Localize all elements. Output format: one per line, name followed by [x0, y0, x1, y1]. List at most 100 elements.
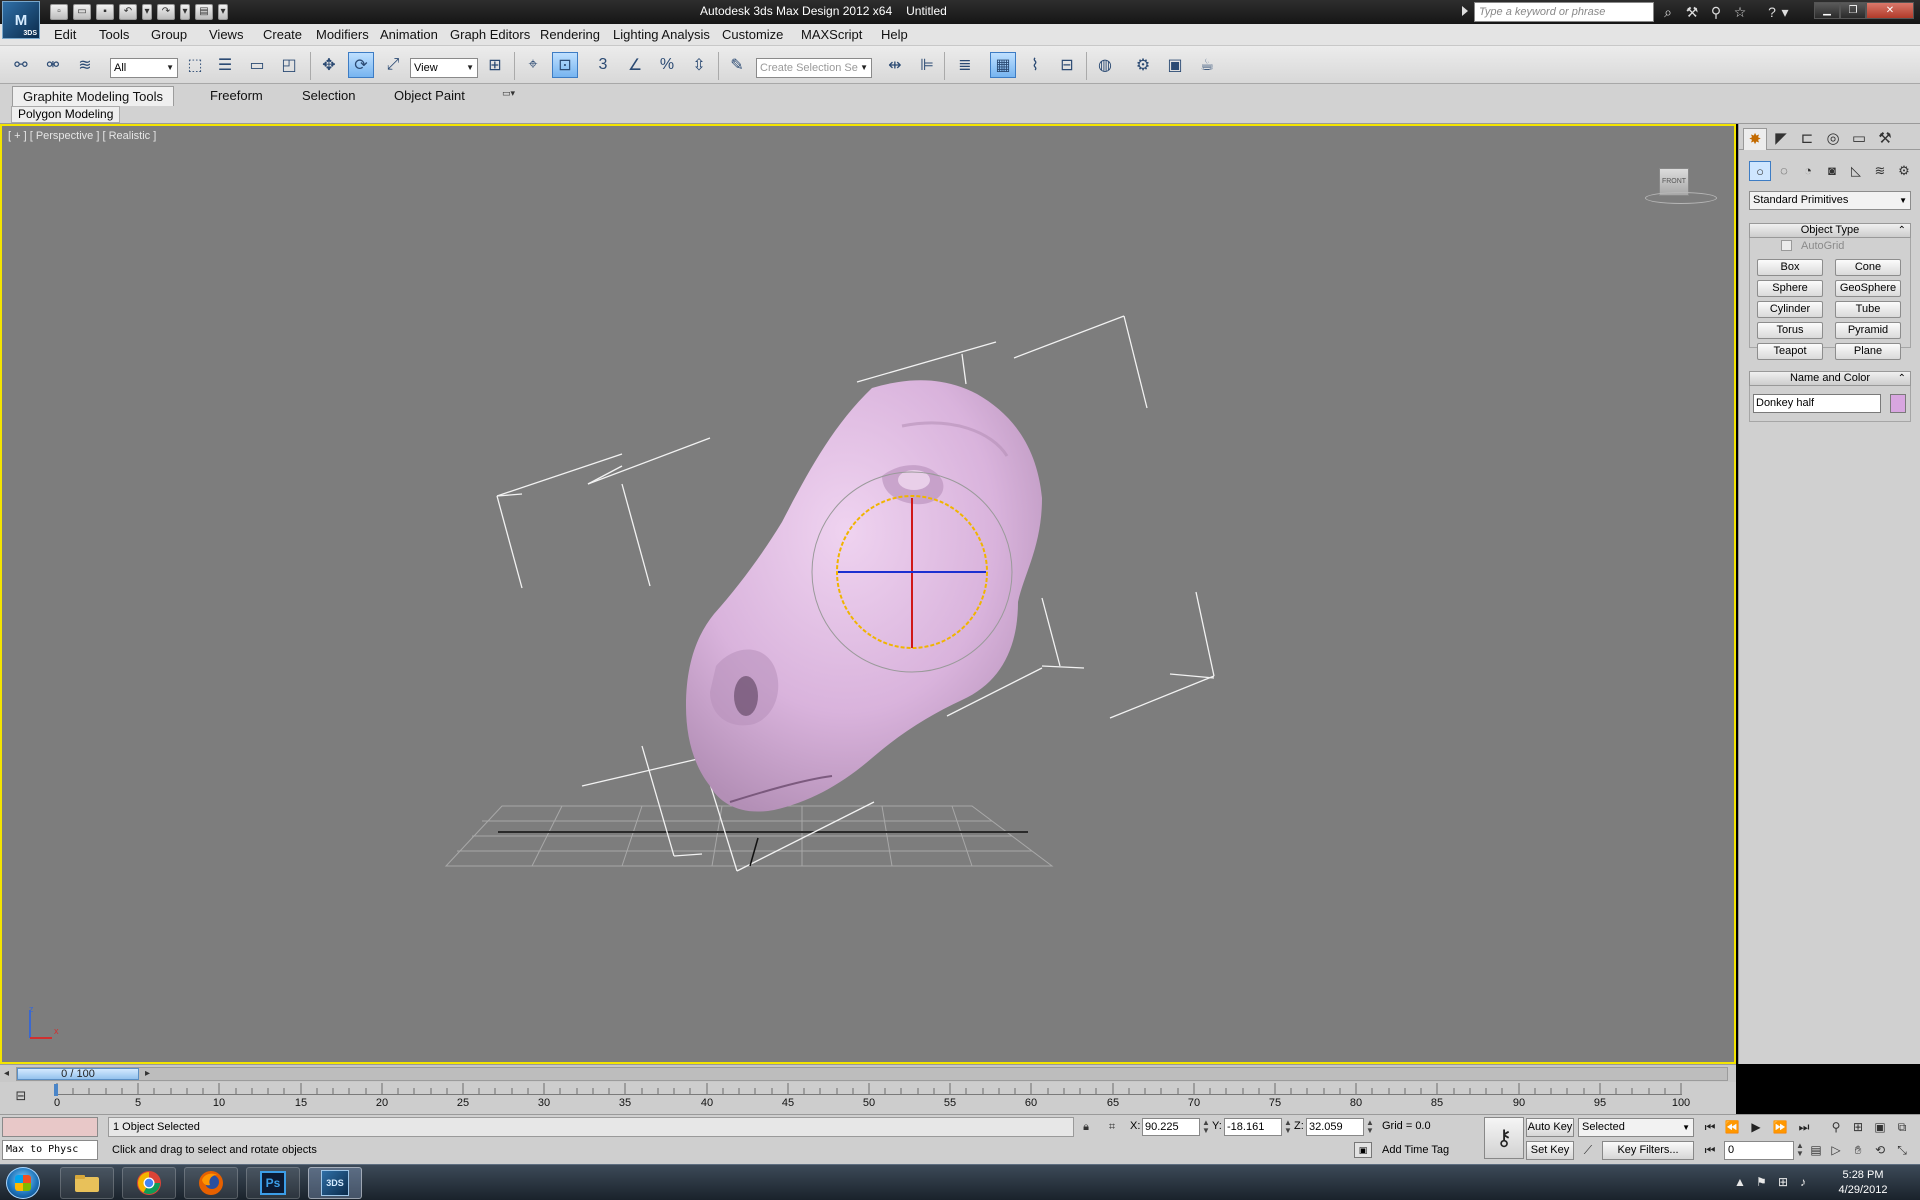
- select-and-link-icon[interactable]: ⚯: [8, 52, 34, 78]
- cylinder-button[interactable]: Cylinder: [1757, 301, 1823, 318]
- primitive-category-dropdown[interactable]: Standard Primitives: [1749, 191, 1911, 210]
- bind-to-space-warp-icon[interactable]: ≋: [72, 52, 98, 78]
- zoom-icon[interactable]: ⚲: [1826, 1118, 1846, 1137]
- pyramid-button[interactable]: Pyramid: [1835, 322, 1901, 339]
- select-by-name-icon[interactable]: ☰: [212, 52, 238, 78]
- autogrid-checkbox[interactable]: AutoGrid: [1781, 240, 1844, 252]
- set-key-button[interactable]: Set Key: [1526, 1141, 1574, 1160]
- ribbon-panel-polygon-modeling[interactable]: Polygon Modeling: [11, 106, 121, 123]
- network-icon[interactable]: ⊞: [1778, 1175, 1788, 1189]
- open-file-icon[interactable]: ▭: [73, 4, 91, 20]
- application-button[interactable]: M 3DS: [2, 1, 40, 39]
- infocenter-search-input[interactable]: Type a keyword or phrase: [1474, 2, 1654, 22]
- y-coordinate-input[interactable]: -18.161: [1224, 1118, 1282, 1136]
- maximize-viewport-toggle-icon[interactable]: ⤡: [1892, 1141, 1912, 1160]
- auto-key-button[interactable]: Auto Key: [1526, 1118, 1574, 1137]
- x-coordinate-input[interactable]: 90.225: [1142, 1118, 1200, 1136]
- reference-coordinate-dropdown[interactable]: View: [410, 58, 478, 78]
- tab-graphite-modeling-tools[interactable]: Graphite Modeling Tools: [12, 86, 174, 106]
- orbit-icon[interactable]: ⟲: [1870, 1141, 1890, 1160]
- manage-layers-icon[interactable]: ≣: [952, 52, 978, 78]
- redo-icon[interactable]: ↷: [157, 4, 175, 20]
- project-folder-icon[interactable]: ▤: [195, 4, 213, 20]
- render-setup-icon[interactable]: ⚙: [1130, 52, 1156, 78]
- subscription-icon[interactable]: ⚒: [1682, 3, 1702, 21]
- show-hidden-icons-icon[interactable]: ▲: [1734, 1175, 1746, 1189]
- time-tag-icon[interactable]: ▣: [1354, 1142, 1372, 1158]
- save-file-icon[interactable]: ▪: [96, 4, 114, 20]
- unlink-selection-icon[interactable]: ⚮: [40, 52, 66, 78]
- menu-create[interactable]: Create: [263, 27, 302, 42]
- search-expand-icon[interactable]: [1462, 6, 1468, 16]
- select-and-move-icon[interactable]: ✥: [316, 52, 342, 78]
- time-slider-next-icon[interactable]: ▸: [145, 1068, 150, 1079]
- key-selection-set-dropdown[interactable]: Selected: [1578, 1118, 1694, 1137]
- y-spinner-icon[interactable]: ▲ ▼: [1284, 1119, 1292, 1135]
- shapes-category-icon[interactable]: ◌: [1773, 161, 1795, 181]
- undo-icon[interactable]: ↶: [119, 4, 137, 20]
- pivot-point-center-icon[interactable]: ⊞: [482, 52, 508, 78]
- tab-object-paint[interactable]: Object Paint: [384, 86, 475, 106]
- rectangular-selection-icon[interactable]: ▭: [244, 52, 270, 78]
- window-crossing-icon[interactable]: ◰: [276, 52, 302, 78]
- object-type-rollout-header[interactable]: Object Type ⌃: [1749, 223, 1911, 238]
- taskbar-chrome[interactable]: [122, 1167, 176, 1199]
- menu-graph-editors[interactable]: Graph Editors: [450, 27, 530, 42]
- mirror-icon[interactable]: ⇹: [882, 52, 908, 78]
- start-button[interactable]: [6, 1167, 40, 1199]
- volume-icon[interactable]: ♪: [1800, 1175, 1806, 1189]
- absolute-mode-transform-icon[interactable]: ⌗: [1104, 1119, 1120, 1135]
- menu-animation[interactable]: Animation: [380, 27, 438, 42]
- select-and-manipulate-icon[interactable]: ⌖: [520, 52, 546, 78]
- space-warps-category-icon[interactable]: ≋: [1869, 161, 1891, 181]
- selection-filter-dropdown[interactable]: All: [110, 58, 178, 78]
- rendered-frame-window-icon[interactable]: ▣: [1162, 52, 1188, 78]
- spinner-snap-icon[interactable]: ⇳: [686, 52, 712, 78]
- lights-category-icon[interactable]: ◔: [1797, 161, 1819, 181]
- set-keys-key-icon[interactable]: ⚷: [1484, 1117, 1524, 1159]
- menu-maxscript[interactable]: MAXScript: [801, 27, 862, 42]
- x-spinner-icon[interactable]: ▲ ▼: [1202, 1119, 1210, 1135]
- render-production-icon[interactable]: ☕: [1194, 52, 1220, 78]
- restore-button[interactable]: ❐: [1840, 2, 1866, 19]
- geosphere-button[interactable]: GeoSphere: [1835, 280, 1901, 297]
- communication-center-icon[interactable]: ⚲: [1706, 3, 1726, 21]
- keyboard-shortcut-override-icon[interactable]: ⊡: [552, 52, 578, 78]
- zoom-extents-icon[interactable]: ▣: [1870, 1118, 1890, 1137]
- select-and-scale-icon[interactable]: ⤢: [380, 52, 406, 78]
- next-frame-icon[interactable]: ⏩: [1770, 1118, 1790, 1136]
- previous-frame-icon[interactable]: ⏪: [1722, 1118, 1742, 1136]
- key-mode-toggle-icon[interactable]: ⏮: [1700, 1141, 1720, 1159]
- time-slider-prev-icon[interactable]: ◂: [4, 1068, 9, 1079]
- utilities-panel-tab-icon[interactable]: ⚒: [1873, 128, 1897, 150]
- geometry-category-icon[interactable]: ○: [1749, 161, 1771, 181]
- create-panel-tab-icon[interactable]: ✸: [1743, 128, 1767, 150]
- track-bar-ruler[interactable]: 0 5 10 15 20 25 30 35 40 45 50 55 60 65 70 75 80 85 90 95 10…: [54, 1082, 1690, 1114]
- angle-snap-icon[interactable]: ∠: [622, 52, 648, 78]
- edit-named-selection-icon[interactable]: ✎: [724, 52, 750, 78]
- pan-view-icon[interactable]: ✋︎: [1848, 1141, 1868, 1160]
- quick-access-dropdown-icon[interactable]: ▾: [218, 4, 228, 20]
- ribbon-options-dropdown-icon[interactable]: ▭▾: [502, 88, 524, 102]
- menu-modifiers[interactable]: Modifiers: [316, 27, 369, 42]
- percent-snap-icon[interactable]: %: [654, 52, 680, 78]
- play-animation-icon[interactable]: ▶: [1746, 1118, 1766, 1136]
- menu-group[interactable]: Group: [151, 27, 187, 42]
- go-to-start-icon[interactable]: ⏮: [1700, 1118, 1720, 1136]
- z-coordinate-input[interactable]: 32.059: [1306, 1118, 1364, 1136]
- snaps-toggle-icon[interactable]: 3: [590, 52, 616, 78]
- cameras-category-icon[interactable]: ◙: [1821, 161, 1843, 181]
- field-of-view-icon[interactable]: ▷: [1826, 1141, 1846, 1160]
- tab-selection[interactable]: Selection: [292, 86, 365, 106]
- torus-button[interactable]: Torus: [1757, 322, 1823, 339]
- modify-panel-tab-icon[interactable]: ◤: [1769, 128, 1793, 150]
- menu-tools[interactable]: Tools: [99, 27, 129, 42]
- close-button[interactable]: ✕: [1866, 2, 1914, 19]
- time-slider-thumb[interactable]: 0 / 100: [17, 1068, 139, 1080]
- frame-spinner-icon[interactable]: ▲ ▼: [1796, 1142, 1804, 1158]
- plane-button[interactable]: Plane: [1835, 343, 1901, 360]
- menu-customize[interactable]: Customize: [722, 27, 783, 42]
- display-panel-tab-icon[interactable]: ▭: [1847, 128, 1871, 150]
- object-name-input[interactable]: Donkey half: [1753, 394, 1881, 413]
- menu-views[interactable]: Views: [209, 27, 243, 42]
